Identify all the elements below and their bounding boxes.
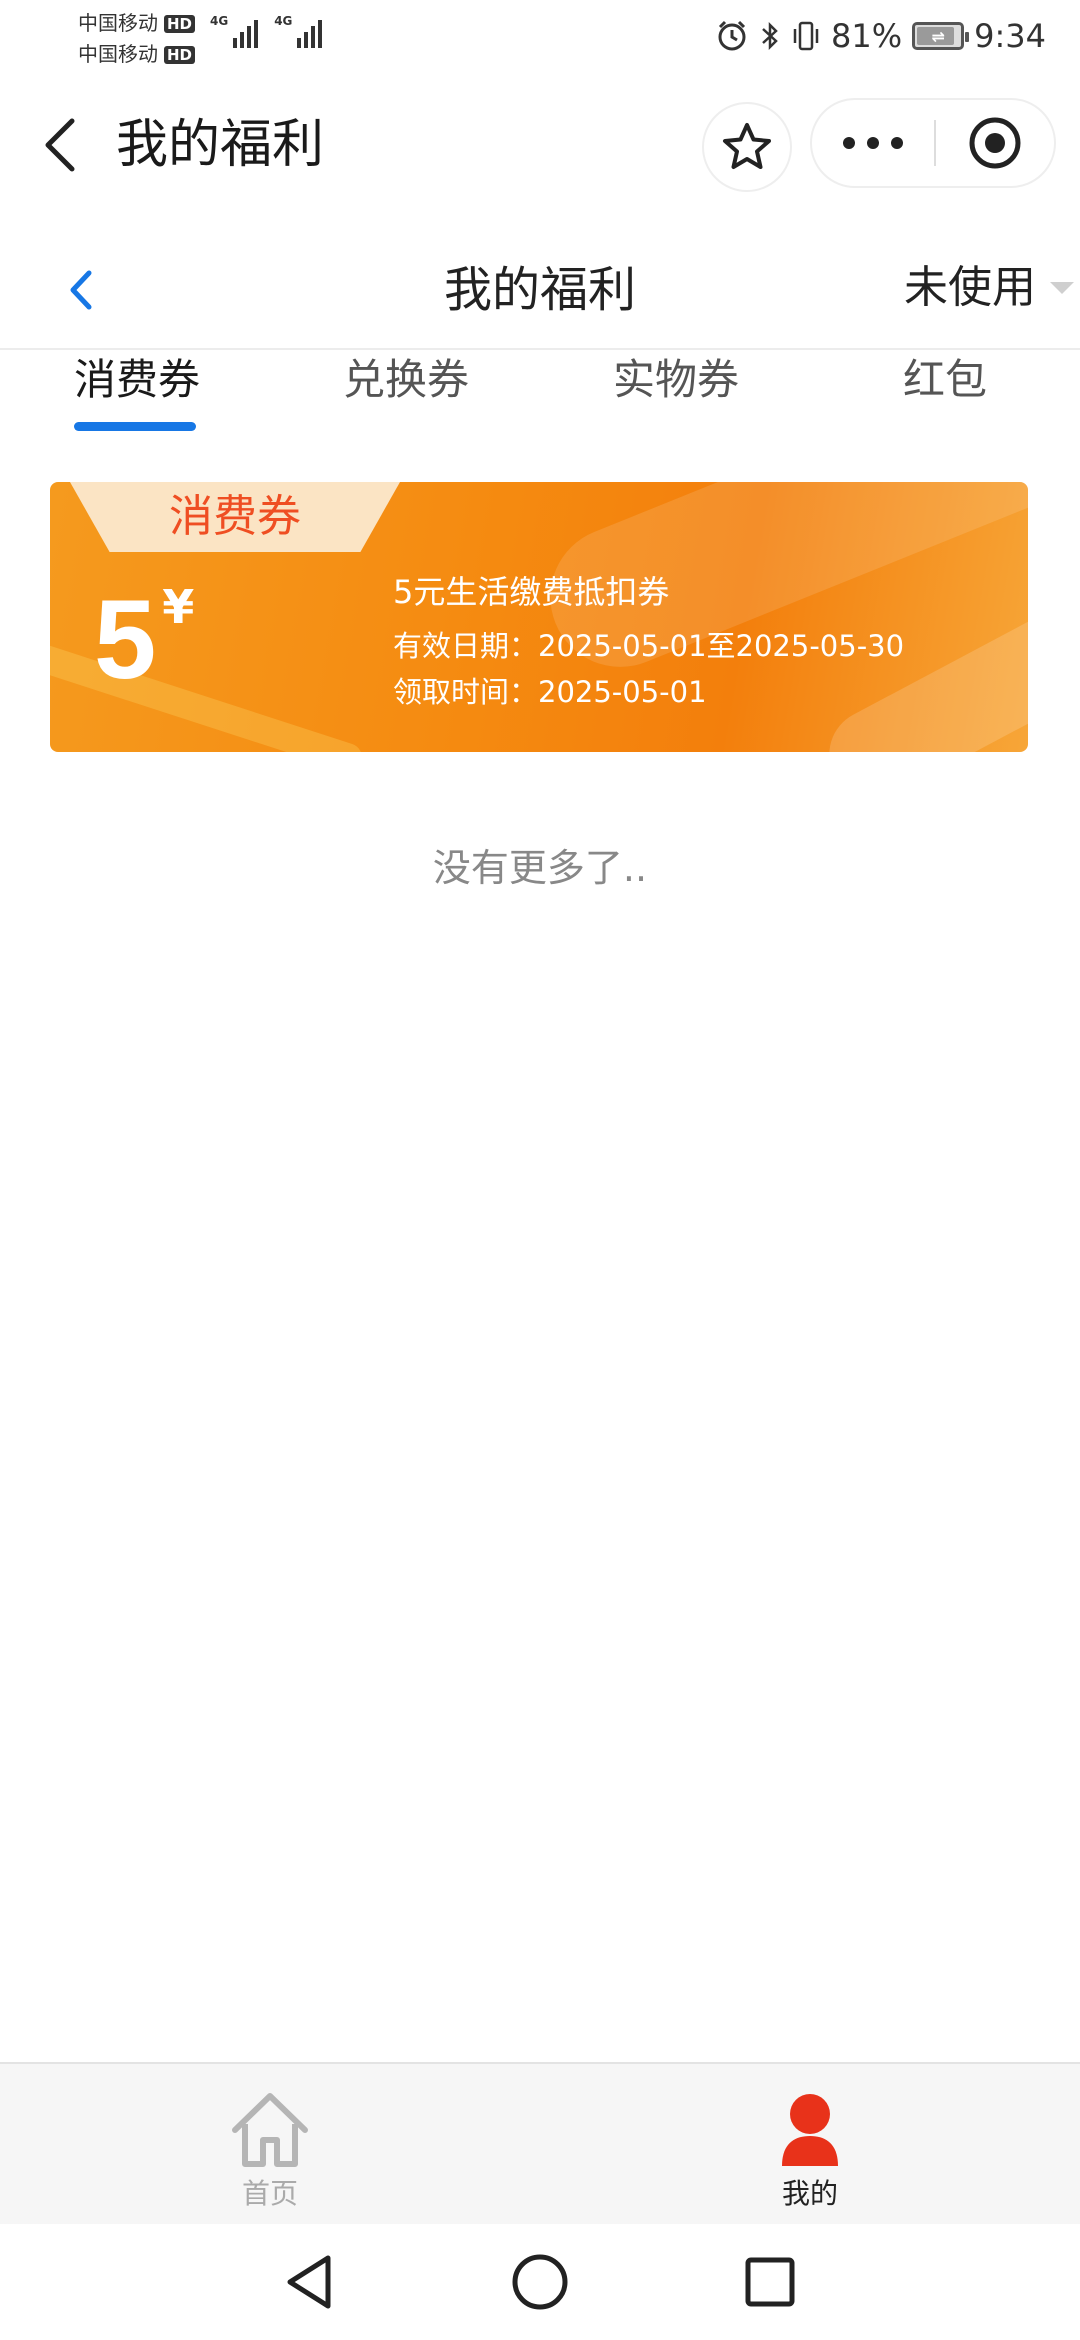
coupon-name: 5元生活缴费抵扣券	[393, 573, 670, 611]
signal-indicators: 4G 4G	[210, 14, 323, 48]
tab-red-packet[interactable]: 红包	[903, 350, 987, 440]
tab-exchange-coupon[interactable]: 兑换券	[343, 350, 469, 440]
caret-down-icon	[1050, 282, 1074, 294]
more-dots-icon	[867, 137, 879, 149]
app-title: 我的福利	[116, 115, 325, 175]
tabbar-mine-label: 我的	[781, 2177, 838, 2210]
no-more-text: 没有更多了..	[432, 846, 648, 890]
page-nav: 我的福利 未使用	[0, 230, 1080, 350]
vibrate-icon	[793, 21, 819, 51]
system-home-button[interactable]	[505, 2252, 575, 2312]
carrier-info: 中国移动 HD 中国移动 HD	[78, 8, 196, 70]
coupon-type-label: 消费券	[169, 491, 301, 542]
tab-physical-coupon[interactable]: 实物券	[613, 350, 739, 440]
square-recents-icon	[745, 2257, 795, 2307]
coupon-valid-period: 有效日期：2025-05-01至2025-05-30	[393, 629, 905, 663]
hd-badge: HD	[164, 14, 196, 33]
alarm-icon	[718, 20, 746, 51]
filter-label: 未使用	[904, 262, 1036, 313]
target-icon	[969, 117, 1021, 169]
active-tab-indicator	[74, 422, 196, 431]
favorite-button[interactable]	[702, 102, 792, 192]
chevron-left-icon	[45, 118, 75, 172]
capsule-menu	[810, 98, 1056, 188]
user-icon	[782, 2094, 838, 2166]
hd-badge: HD	[164, 45, 196, 64]
battery-icon: ⇌	[912, 22, 970, 50]
circle-home-icon	[512, 2254, 568, 2310]
currency-symbol: ¥	[162, 580, 195, 634]
more-dots-icon	[891, 137, 903, 149]
coupon-type-tag: 消费券	[70, 482, 400, 552]
carrier-name: 中国移动	[78, 42, 158, 66]
back-button[interactable]	[30, 110, 90, 180]
tabbar-mine[interactable]: 我的	[710, 2090, 910, 2220]
triangle-back-icon	[287, 2255, 331, 2309]
close-miniprogram-button[interactable]	[936, 100, 1054, 186]
tabbar-home[interactable]: 首页	[170, 2090, 370, 2220]
carrier-name: 中国移动	[78, 11, 158, 35]
system-back-button[interactable]	[275, 2252, 345, 2312]
signal-strength-icon: 4G	[210, 14, 259, 48]
coupon-card[interactable]: 消费券 5 ¥ 5元生活缴费抵扣券 有效日期：2025-05-01至2025-0…	[50, 482, 1028, 752]
signal-strength-icon: 4G	[274, 14, 323, 48]
bottom-tab-bar: 首页 我的	[0, 2062, 1080, 2224]
clock: 9:34	[974, 17, 1046, 55]
coupon-amount-value: 5	[94, 577, 157, 702]
battery-percent: 81%	[831, 17, 903, 55]
more-dots-icon	[843, 137, 855, 149]
coupon-info: 5元生活缴费抵扣券 有效日期：2025-05-01至2025-05-30 领取时…	[393, 570, 904, 714]
bluetooth-icon	[762, 21, 778, 51]
system-recents-button[interactable]	[735, 2252, 805, 2312]
status-filter-dropdown[interactable]: 未使用	[904, 256, 1080, 320]
status-right: 81% ⇌ 9:34	[715, 14, 1046, 58]
coupon-amount: 5 ¥	[94, 580, 194, 700]
tabbar-home-label: 首页	[241, 2177, 298, 2210]
status-bar: 中国移动 HD 中国移动 HD 4G 4G 81% ⇌ 9:34	[0, 0, 1080, 80]
home-icon	[232, 2093, 308, 2167]
app-header: 我的福利	[0, 80, 1080, 210]
more-button[interactable]	[812, 100, 934, 186]
system-navigation-bar	[0, 2224, 1080, 2340]
coupon-received-time: 领取时间：2025-05-01	[393, 675, 707, 709]
star-icon	[723, 123, 771, 169]
